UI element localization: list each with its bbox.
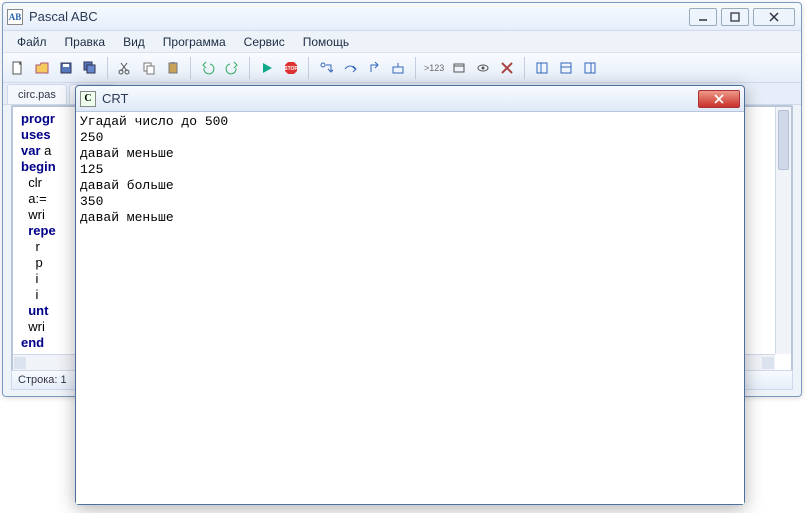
svg-text:STOP: STOP bbox=[284, 66, 298, 72]
cut-icon[interactable] bbox=[114, 57, 136, 79]
minimize-button[interactable] bbox=[689, 8, 717, 26]
tab-label: circ.pas bbox=[18, 89, 56, 101]
save-all-icon[interactable] bbox=[79, 57, 101, 79]
delete-icon[interactable] bbox=[496, 57, 518, 79]
toolbar-123-label: >123 bbox=[422, 63, 446, 73]
scrollbar-thumb[interactable] bbox=[778, 110, 789, 170]
close-button[interactable] bbox=[753, 8, 795, 26]
trace-icon[interactable] bbox=[387, 57, 409, 79]
panel2-icon[interactable] bbox=[555, 57, 577, 79]
menu-view[interactable]: Вид bbox=[115, 32, 153, 52]
run-icon[interactable] bbox=[256, 57, 278, 79]
editor-tab-circ[interactable]: circ.pas bbox=[7, 84, 67, 104]
new-file-icon[interactable] bbox=[7, 57, 29, 79]
save-icon[interactable] bbox=[55, 57, 77, 79]
vertical-scrollbar[interactable] bbox=[775, 107, 791, 354]
step-over-icon[interactable] bbox=[339, 57, 361, 79]
menu-help[interactable]: Помощь bbox=[295, 32, 357, 52]
redo-icon[interactable] bbox=[221, 57, 243, 79]
crt-icon: C bbox=[80, 91, 96, 107]
crt-titlebar[interactable]: C CRT bbox=[76, 86, 744, 112]
toolbar: STOP >123 bbox=[3, 53, 801, 83]
crt-output: Угадай число до 500 250 давай меньше 125… bbox=[76, 112, 744, 504]
menu-file[interactable]: Файл bbox=[9, 32, 55, 52]
window-title: Pascal ABC bbox=[29, 9, 98, 24]
menu-edit[interactable]: Правка bbox=[57, 32, 114, 52]
paste-icon[interactable] bbox=[162, 57, 184, 79]
ide-titlebar[interactable]: AB Pascal ABC bbox=[3, 3, 801, 31]
window-icon[interactable] bbox=[448, 57, 470, 79]
crt-window: C CRT Угадай число до 500 250 давай мень… bbox=[75, 85, 745, 505]
panel1-icon[interactable] bbox=[531, 57, 553, 79]
crt-title: CRT bbox=[102, 91, 128, 106]
undo-icon[interactable] bbox=[197, 57, 219, 79]
app-icon: AB bbox=[7, 9, 23, 25]
step-out-icon[interactable] bbox=[363, 57, 385, 79]
window-controls bbox=[689, 8, 795, 26]
step-into-icon[interactable] bbox=[315, 57, 337, 79]
status-line: Строка: 1 bbox=[18, 374, 78, 386]
copy-icon[interactable] bbox=[138, 57, 160, 79]
menu-program[interactable]: Программа bbox=[155, 32, 234, 52]
maximize-button[interactable] bbox=[721, 8, 749, 26]
crt-close-button[interactable] bbox=[698, 90, 740, 108]
menu-service[interactable]: Сервис bbox=[236, 32, 293, 52]
watch-icon[interactable] bbox=[472, 57, 494, 79]
open-file-icon[interactable] bbox=[31, 57, 53, 79]
panel3-icon[interactable] bbox=[579, 57, 601, 79]
menubar: Файл Правка Вид Программа Сервис Помощь bbox=[3, 31, 801, 53]
stop-icon[interactable]: STOP bbox=[280, 57, 302, 79]
